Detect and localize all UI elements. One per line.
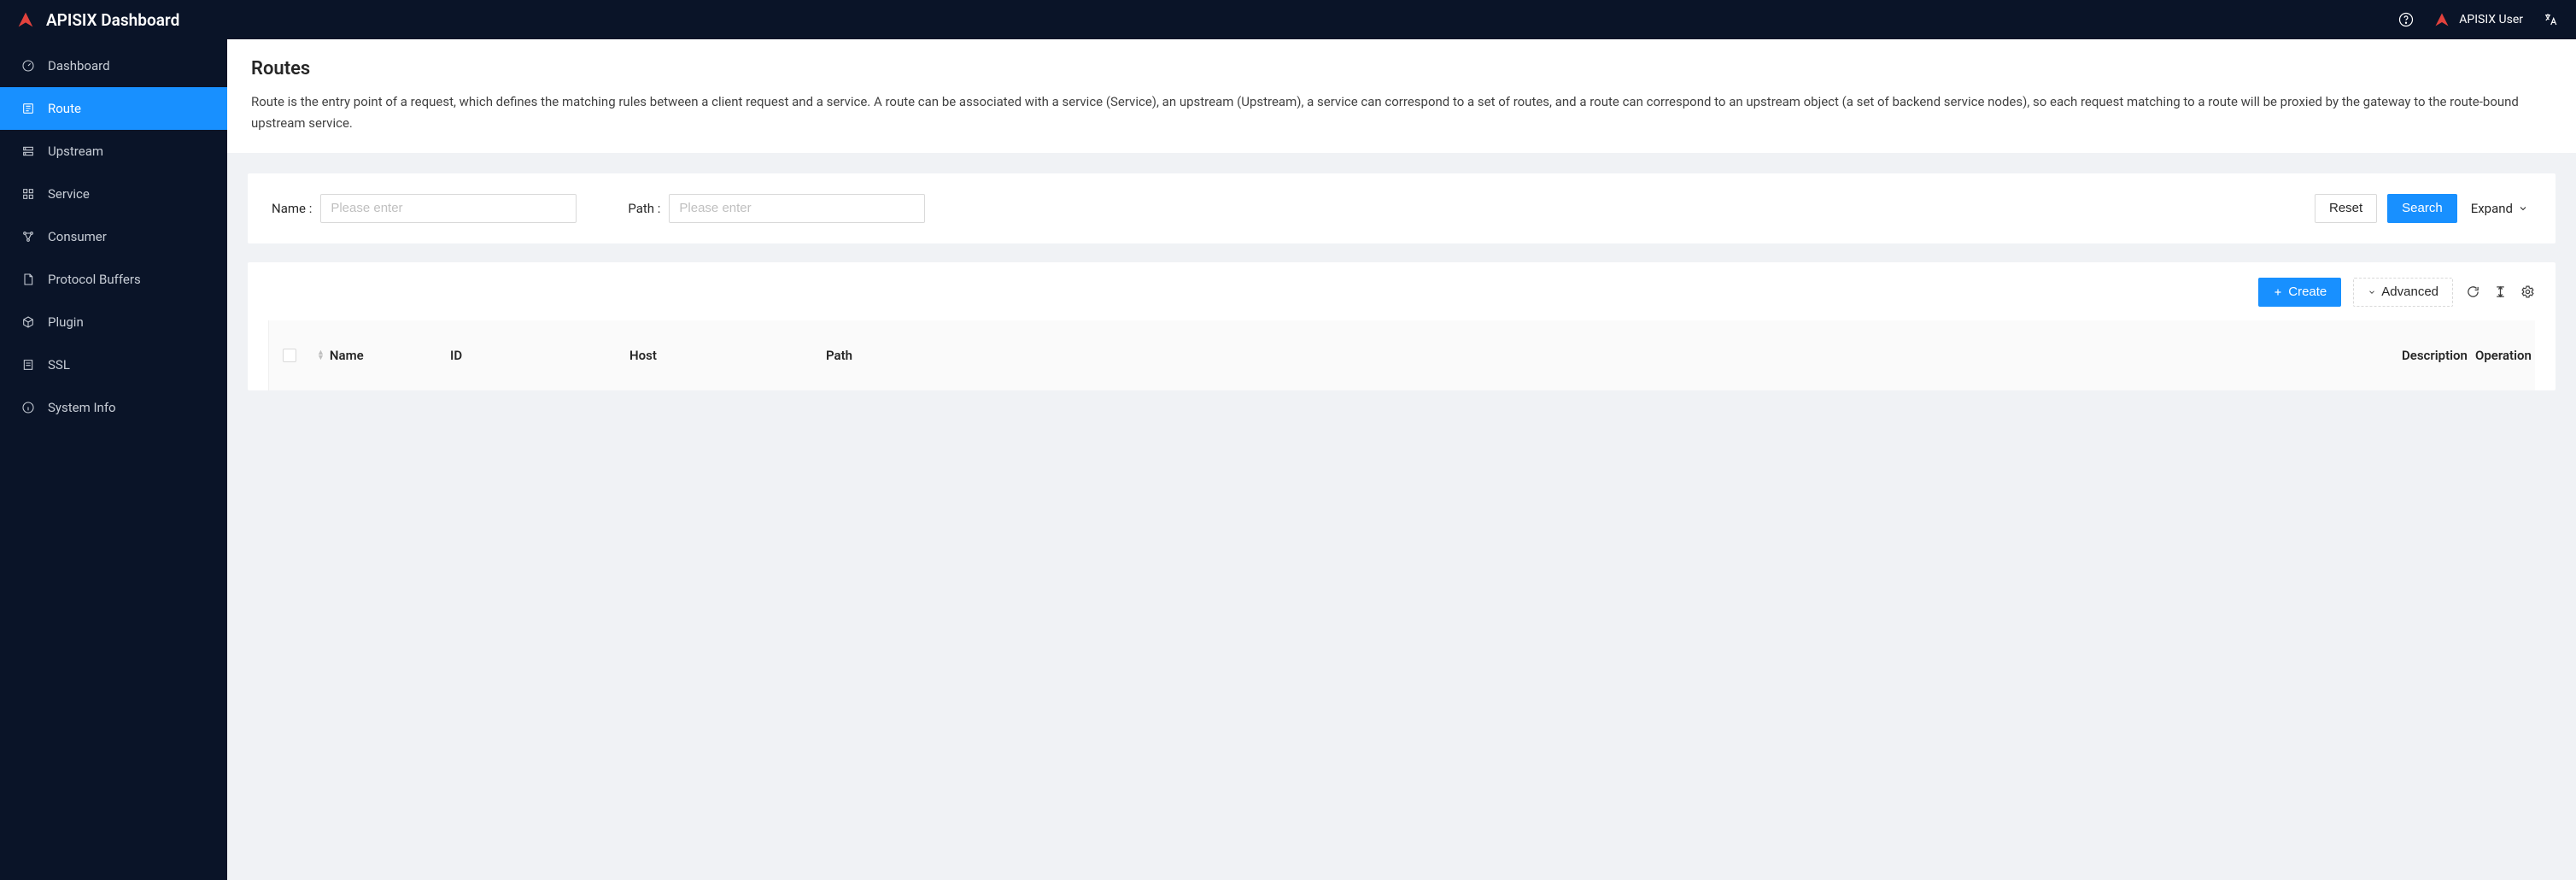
name-input[interactable] bbox=[320, 194, 577, 223]
sidebar-item-label: Plugin bbox=[48, 314, 84, 330]
route-icon bbox=[20, 101, 36, 116]
cube-icon bbox=[20, 314, 36, 330]
table-card: Create Advanced bbox=[248, 262, 2556, 390]
column-label: Description bbox=[2402, 348, 2468, 363]
page-description: Route is the entry point of a request, w… bbox=[251, 91, 2552, 134]
create-label: Create bbox=[2288, 285, 2327, 299]
file-icon bbox=[20, 272, 36, 287]
server-icon bbox=[20, 144, 36, 159]
column-operation: Operation bbox=[2467, 348, 2535, 363]
sidebar-item-service[interactable]: Service bbox=[0, 173, 227, 215]
path-input[interactable] bbox=[669, 194, 925, 223]
table-header-row: ▲▼ Name ID Host Path bbox=[269, 320, 2535, 390]
column-name[interactable]: ▲▼ Name bbox=[307, 348, 440, 363]
app-name: APISIX Dashboard bbox=[46, 10, 179, 30]
select-all-checkbox[interactable] bbox=[283, 349, 296, 362]
sidebar-item-protobuf[interactable]: Protocol Buffers bbox=[0, 258, 227, 301]
page-header: Routes Route is the entry point of a req… bbox=[227, 39, 2576, 153]
create-button[interactable]: Create bbox=[2258, 278, 2341, 307]
settings-icon[interactable] bbox=[2520, 285, 2535, 300]
select-all-cell bbox=[269, 349, 307, 362]
sidebar-item-dashboard[interactable]: Dashboard bbox=[0, 44, 227, 87]
brand[interactable]: APISIX Dashboard bbox=[0, 10, 227, 30]
path-field: Path : bbox=[628, 194, 925, 223]
language-icon[interactable] bbox=[2542, 11, 2559, 28]
grid-icon bbox=[20, 186, 36, 202]
plus-icon bbox=[2273, 287, 2283, 297]
user-block[interactable]: APISIX User bbox=[2433, 11, 2523, 28]
sidebar-menu: Dashboard Route Upstream Service bbox=[0, 39, 227, 429]
sidebar-item-label: Upstream bbox=[48, 144, 103, 159]
chevron-down-icon bbox=[2368, 288, 2376, 296]
column-path: Path bbox=[816, 348, 1012, 363]
sidebar-item-ssl[interactable]: SSL bbox=[0, 343, 227, 386]
sidebar-item-plugin[interactable]: Plugin bbox=[0, 301, 227, 343]
topbar-right: APISIX User bbox=[2397, 11, 2559, 28]
column-host: Host bbox=[619, 348, 816, 363]
table-toolbar: Create Advanced bbox=[268, 278, 2535, 307]
gauge-icon bbox=[20, 58, 36, 73]
sidebar: Dashboard Route Upstream Service bbox=[0, 0, 227, 880]
cert-icon bbox=[20, 357, 36, 373]
sidebar-item-label: System Info bbox=[48, 400, 116, 415]
advanced-label: Advanced bbox=[2381, 285, 2438, 299]
user-logo-icon bbox=[2433, 11, 2450, 28]
column-label: Operation bbox=[2475, 348, 2532, 363]
info-icon bbox=[20, 400, 36, 415]
reload-icon[interactable] bbox=[2465, 285, 2480, 300]
sidebar-item-label: Consumer bbox=[48, 229, 107, 244]
path-label: Path : bbox=[628, 201, 660, 216]
content: Routes Route is the entry point of a req… bbox=[227, 0, 2576, 880]
chevron-down-icon bbox=[2518, 203, 2528, 214]
search-card: Name : Path : Reset Search Expand bbox=[248, 173, 2556, 243]
logo-icon bbox=[17, 11, 34, 28]
nodes-icon bbox=[20, 229, 36, 244]
sidebar-item-label: Protocol Buffers bbox=[48, 272, 141, 287]
sidebar-item-consumer[interactable]: Consumer bbox=[0, 215, 227, 258]
search-button[interactable]: Search bbox=[2387, 194, 2457, 223]
help-icon[interactable] bbox=[2397, 11, 2415, 28]
sidebar-item-upstream[interactable]: Upstream bbox=[0, 130, 227, 173]
sidebar-item-label: Route bbox=[48, 101, 81, 116]
sidebar-item-sysinfo[interactable]: System Info bbox=[0, 386, 227, 429]
sidebar-item-label: Service bbox=[48, 186, 90, 202]
table-header: ▲▼ Name ID Host Path bbox=[268, 320, 2535, 390]
sidebar-item-label: Dashboard bbox=[48, 58, 110, 73]
column-label: ID bbox=[450, 348, 462, 363]
advanced-button[interactable]: Advanced bbox=[2353, 278, 2453, 307]
user-name: APISIX User bbox=[2459, 13, 2523, 26]
page-title: Routes bbox=[251, 58, 2552, 79]
column-label: Host bbox=[629, 348, 657, 363]
expand-toggle[interactable]: Expand bbox=[2468, 201, 2532, 216]
content-body: Name : Path : Reset Search Expand bbox=[227, 153, 2576, 411]
column-height-icon[interactable] bbox=[2492, 285, 2508, 300]
name-field: Name : bbox=[272, 194, 577, 223]
sort-icon: ▲▼ bbox=[317, 350, 325, 361]
sidebar-item-label: SSL bbox=[48, 357, 70, 373]
sidebar-item-route[interactable]: Route bbox=[0, 87, 227, 130]
column-id: ID bbox=[440, 348, 619, 363]
topbar: APISIX Dashboard APISIX User bbox=[0, 0, 2576, 39]
column-label: Path bbox=[826, 348, 852, 363]
reset-button[interactable]: Reset bbox=[2315, 194, 2377, 223]
column-label: Name bbox=[330, 348, 364, 363]
name-label: Name : bbox=[272, 201, 312, 216]
expand-label: Expand bbox=[2471, 201, 2513, 216]
column-description: Description bbox=[2392, 348, 2467, 363]
